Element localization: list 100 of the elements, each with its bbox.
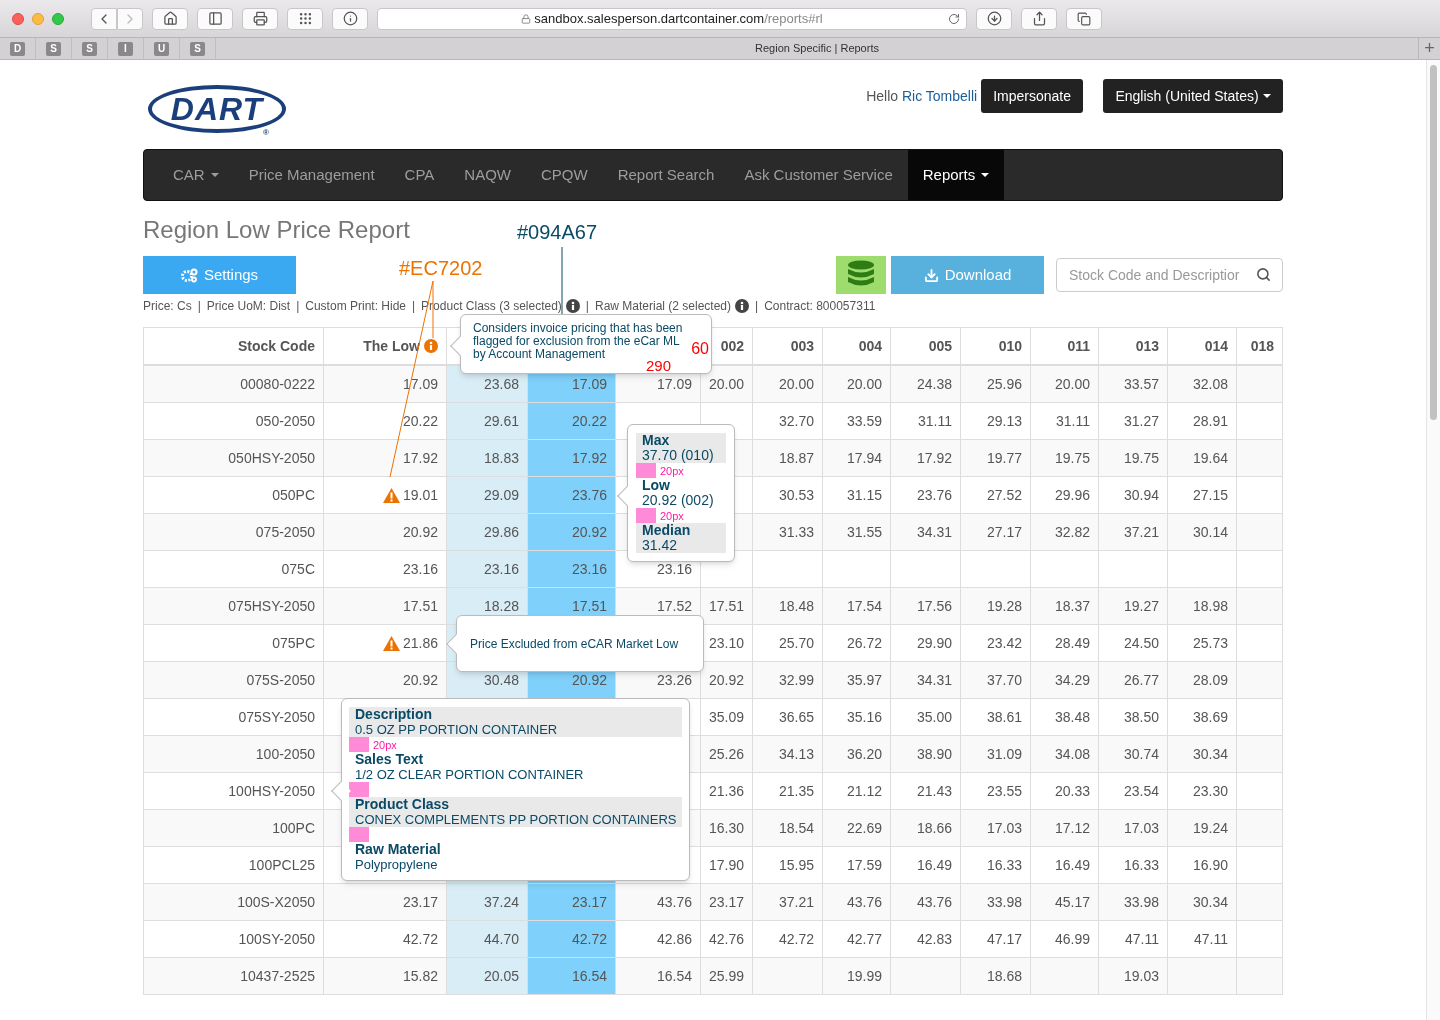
table-cell: 19.99 xyxy=(823,958,891,994)
user-link[interactable]: Ric Tombelli xyxy=(901,87,978,104)
favorite-link[interactable]: S xyxy=(46,41,61,56)
database-button[interactable] xyxy=(836,256,886,294)
sidebar-button[interactable] xyxy=(197,7,233,30)
tabs-button[interactable] xyxy=(1066,7,1102,30)
table-cell: 26.77 xyxy=(1099,662,1168,698)
nav-item[interactable]: CPQW xyxy=(526,150,603,200)
column-header[interactable]: 013 xyxy=(1099,328,1168,364)
info-button[interactable] xyxy=(332,7,368,30)
table-cell: 00080-0222 xyxy=(144,366,324,402)
tab-title[interactable]: Region Specific | Reports xyxy=(755,40,879,57)
reload-icon[interactable] xyxy=(948,12,960,25)
nav-item[interactable]: Report Search xyxy=(602,150,730,200)
section-heading: Low xyxy=(642,478,671,493)
zoom-window-icon[interactable] xyxy=(52,12,64,25)
table-cell: 43.76 xyxy=(616,884,701,920)
table-cell: 25.26 xyxy=(701,736,753,772)
column-header[interactable]: Stock Code xyxy=(144,328,324,364)
favorite-link[interactable]: U xyxy=(154,41,169,56)
table-cell: 075S-2050 xyxy=(144,662,324,698)
column-header[interactable]: 003 xyxy=(753,328,823,364)
nav-item[interactable]: CPA xyxy=(389,150,450,200)
download-icon xyxy=(923,267,939,283)
spacing-marker xyxy=(636,463,656,478)
table-cell: 21.12 xyxy=(823,773,891,809)
section-heading: Raw Material xyxy=(355,842,442,857)
table-cell: 38.69 xyxy=(1168,699,1237,735)
table-cell: 29.86 xyxy=(447,514,528,550)
table-cell: 17.92 xyxy=(528,440,616,476)
favorite-link[interactable]: S xyxy=(82,41,97,56)
scrollbar-thumb[interactable] xyxy=(1430,65,1437,420)
impersonate-button[interactable]: Impersonate xyxy=(981,79,1083,113)
new-tab-button[interactable]: + xyxy=(1418,38,1440,59)
table-cell: 42.72 xyxy=(528,921,616,957)
table-cell: 30.34 xyxy=(1168,884,1237,920)
table-cell: 23.54 xyxy=(1099,773,1168,809)
table-cell: 23.16 xyxy=(447,551,528,587)
section-value: Polypropylene xyxy=(355,857,439,872)
table-cell: 47.11 xyxy=(1168,921,1237,957)
separator: | xyxy=(585,298,589,315)
table-cell: 18.37 xyxy=(1031,588,1099,624)
table-cell: 31.33 xyxy=(753,514,823,550)
scrollbar[interactable] xyxy=(1426,60,1440,1020)
section-value: 1/2 OZ CLEAR PORTION CONTAINER xyxy=(355,767,585,782)
table-cell: 19.75 xyxy=(1031,440,1099,476)
table-cell: 42.76 xyxy=(701,921,753,957)
greeting: Hello Ric Tombelli xyxy=(866,86,978,106)
column-header[interactable]: 010 xyxy=(961,328,1031,364)
table-cell: 34.31 xyxy=(891,514,961,550)
table-cell: 18.48 xyxy=(753,588,823,624)
table-cell: 25.73 xyxy=(1168,625,1237,661)
table-cell: 25.96 xyxy=(961,366,1031,402)
search-icon xyxy=(1256,267,1271,282)
print-button[interactable] xyxy=(242,7,278,30)
table-cell: 30.94 xyxy=(1099,477,1168,513)
table-cell: 17.56 xyxy=(891,588,961,624)
table-cell: 34.31 xyxy=(891,662,961,698)
spacing-marker xyxy=(349,827,369,842)
address-bar[interactable]: sandbox.salesperson.dartcontainer.com/reports#rl xyxy=(377,7,967,30)
nav-item[interactable]: Price Management xyxy=(233,150,390,200)
downloads-button[interactable] xyxy=(976,7,1012,30)
nav-item[interactable]: Reports xyxy=(907,150,1005,200)
nav-item[interactable]: CAR xyxy=(158,150,234,200)
table-cell: 34.13 xyxy=(753,736,823,772)
table-cell: 31.11 xyxy=(1031,403,1099,439)
caret-icon xyxy=(1262,94,1271,98)
table-cell: 30.53 xyxy=(753,477,823,513)
favorite-link[interactable]: S xyxy=(190,41,205,56)
favorite-link[interactable]: I xyxy=(118,41,133,56)
table-cell: 32.08 xyxy=(1168,366,1237,402)
grid-icon xyxy=(297,11,313,26)
grid-button[interactable] xyxy=(287,7,323,30)
table-cell: 37.21 xyxy=(1099,514,1168,550)
table-cell: 100S-X2050 xyxy=(144,884,324,920)
column-header[interactable]: 011 xyxy=(1031,328,1099,364)
gears-icon xyxy=(180,267,198,283)
table-cell: 100-2050 xyxy=(144,736,324,772)
download-icon xyxy=(986,11,1002,26)
spacing-label: 20px xyxy=(660,509,684,522)
table-cell: 100PCL25 xyxy=(144,847,324,883)
spacing-marker xyxy=(636,508,656,523)
column-header[interactable]: 005 xyxy=(891,328,961,364)
nav-item[interactable]: Ask Customer Service xyxy=(729,150,908,200)
share-button[interactable] xyxy=(1021,7,1057,30)
column-header[interactable]: 014 xyxy=(1168,328,1237,364)
search-field[interactable]: Stock Code and Descriptior xyxy=(1056,258,1283,292)
table-cell: 23.30 xyxy=(1168,773,1237,809)
table-cell: 25.70 xyxy=(753,625,823,661)
page-title: Region Low Price Report xyxy=(143,215,410,245)
logo[interactable]: DART ® xyxy=(148,85,286,133)
table-cell: 38.50 xyxy=(1099,699,1168,735)
column-header[interactable]: 004 xyxy=(823,328,891,364)
column-header[interactable]: 018 xyxy=(1237,328,1283,364)
language-dropdown[interactable]: English (United States) xyxy=(1103,79,1283,113)
favorite-link[interactable]: D xyxy=(10,41,25,56)
close-window-icon[interactable] xyxy=(12,12,24,25)
nav-item[interactable]: NAQW xyxy=(449,150,526,200)
home-button[interactable] xyxy=(152,7,188,30)
table-cell: 100SY-2050 xyxy=(144,921,324,957)
